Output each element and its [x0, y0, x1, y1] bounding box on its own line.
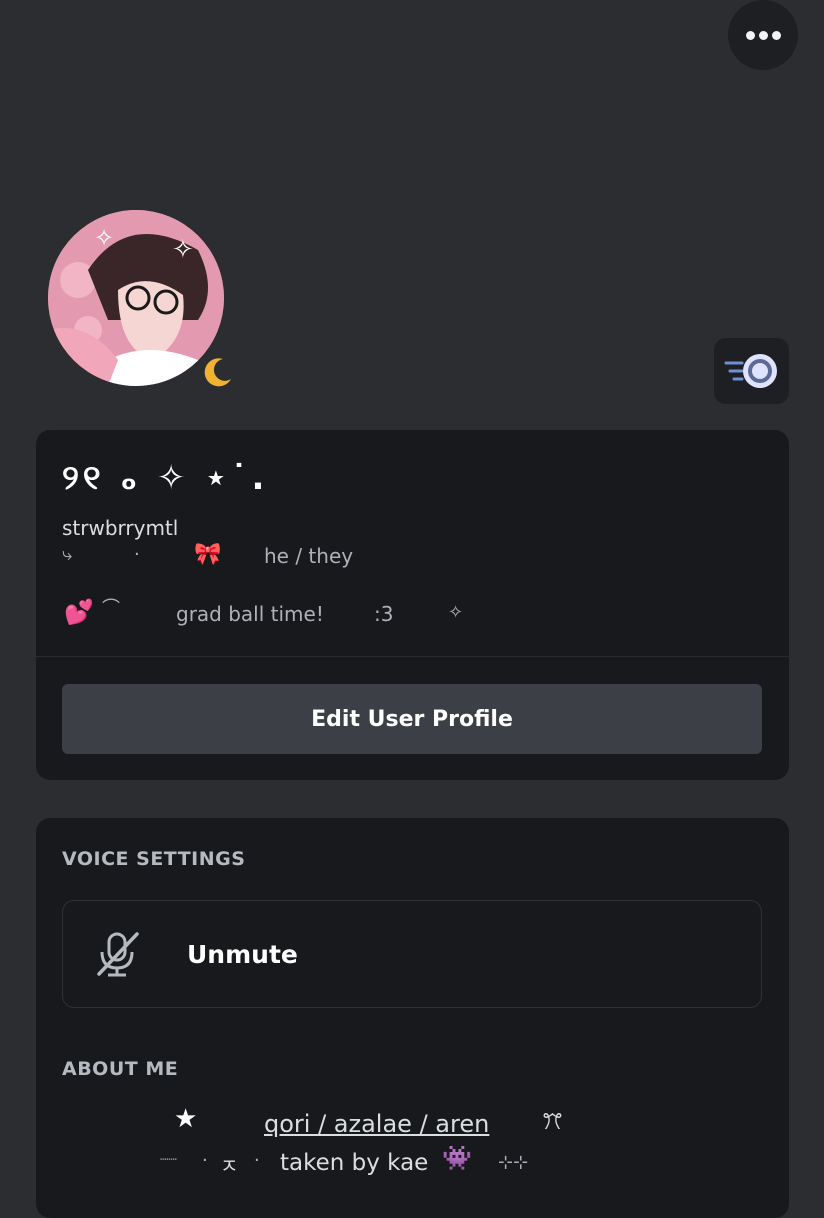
nitro-badge-icon — [724, 354, 777, 388]
hearts-icon: 💕 — [64, 598, 94, 626]
avatar-container[interactable]: ✧ ✧ — [48, 210, 240, 394]
dot-a-glyph: · — [202, 1150, 208, 1171]
arrow-glyph: ⤷ — [62, 544, 73, 565]
svg-text:✧: ✧ — [172, 235, 194, 265]
dots-glyph: ┈┈ — [160, 1152, 177, 1168]
about-line-2: ┈┈ · ㅈ · taken by kae 👾 ⊹⊹ — [36, 1144, 789, 1182]
nitro-badge-button[interactable] — [714, 338, 789, 404]
about-me-heading: ABOUT ME — [62, 1058, 179, 1080]
pronouns-text: he / they — [264, 544, 354, 568]
dot-b-glyph: · — [254, 1150, 260, 1171]
pronoun-row: ⤷ · 🎀 he / they — [62, 542, 662, 574]
card-divider — [36, 656, 789, 657]
svg-text:✧: ✧ — [94, 224, 114, 252]
username: strwbrrymtl — [62, 516, 179, 540]
avatar[interactable]: ✧ ✧ — [48, 210, 224, 386]
about-line-1: ★ qori / azalae / aren ꔫ — [36, 1104, 789, 1142]
edit-user-profile-button[interactable]: Edit User Profile — [62, 684, 762, 754]
unmute-button[interactable]: Unmute — [62, 900, 762, 1008]
display-name: ୨୧ ₒ ✧ ⋆˙. — [62, 458, 269, 498]
custom-status-row: 💕 ⌒ grad ball time! :3 ✧ — [62, 598, 662, 634]
kappa-glyph: ㅈ — [220, 1154, 239, 1178]
status-face: :3 — [374, 602, 394, 626]
bow-icon: 🎀 — [194, 542, 222, 567]
voice-settings-heading: VOICE SETTINGS — [62, 848, 246, 870]
settings-card: VOICE SETTINGS Unmute ABOUT ME ★ qori / … — [36, 818, 789, 1218]
more-horizontal-icon — [745, 30, 755, 40]
unmute-label: Unmute — [187, 939, 298, 969]
more-options-button[interactable] — [728, 0, 798, 70]
avatar-image: ✧ ✧ — [48, 210, 224, 386]
ff-glyph: ꔫ — [542, 1110, 563, 1135]
status-indicator — [196, 350, 240, 394]
star-icon: ★ — [174, 1104, 198, 1134]
profile-card: ୨୧ ₒ ✧ ⋆˙. strwbrrymtl ⤷ · 🎀 he / they 💕… — [36, 430, 789, 780]
curl-glyph: ⌒ — [102, 598, 120, 619]
sparkle-glyph: ✧ — [448, 602, 464, 623]
names-link[interactable]: qori / azalae / aren — [264, 1110, 489, 1138]
sparkles-glyph: ⊹⊹ — [498, 1152, 529, 1173]
creature-icon: 👾 — [442, 1144, 472, 1172]
taken-by-text: taken by kae — [280, 1150, 429, 1176]
moon-idle-icon — [204, 358, 231, 387]
dot-glyph: · — [134, 544, 140, 565]
microphone-muted-icon — [97, 932, 139, 977]
status-text: grad ball time! — [176, 602, 324, 626]
